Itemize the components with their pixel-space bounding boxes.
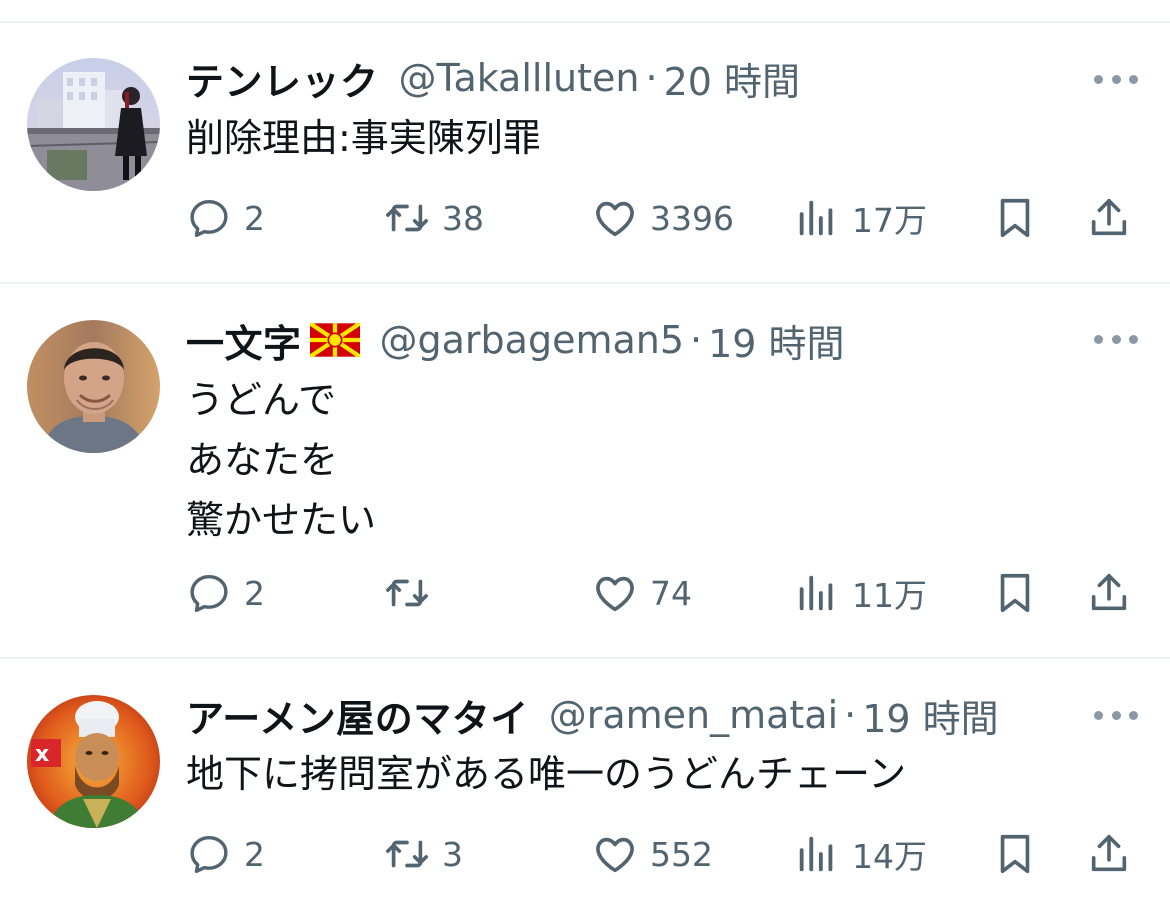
bookmark-button[interactable] — [992, 565, 1038, 621]
tweet-text-line: うどんで — [186, 378, 337, 422]
more-options-icon[interactable] — [1094, 73, 1138, 85]
heart-icon — [596, 201, 634, 237]
like-count: 552 — [650, 834, 713, 874]
heart-icon — [596, 837, 634, 873]
view-count: 11万 — [852, 576, 927, 615]
tweet-header: 一文字 @garbageman5 · 19 時間 — [186, 312, 845, 368]
reply-icon — [190, 835, 228, 873]
like-count: 3396 — [650, 198, 734, 238]
tweet-text: 地下に拷問室がある唯一のうどんチェーン — [186, 744, 906, 804]
reply-button[interactable]: 2 — [186, 190, 265, 246]
timestamp[interactable]: 19 時間 — [708, 313, 844, 368]
reply-count: 2 — [244, 573, 265, 613]
bookmark-button[interactable] — [992, 190, 1038, 246]
avatar[interactable] — [27, 320, 160, 453]
share-icon — [1091, 834, 1127, 872]
retweet-button[interactable] — [384, 565, 442, 621]
separator-dot: · — [645, 56, 658, 100]
views-chart-icon — [799, 836, 833, 872]
retweet-count: 38 — [442, 198, 484, 238]
user-handle[interactable]: @garbageman5 — [380, 318, 685, 362]
like-count: 74 — [650, 573, 692, 613]
display-name[interactable]: アーメン屋のマタイ — [186, 688, 529, 743]
share-button[interactable] — [1086, 826, 1132, 882]
tweet-text-line: 地下に拷問室がある唯一のうどんチェーン — [186, 752, 907, 796]
like-button[interactable]: 3396 — [592, 190, 734, 246]
share-icon — [1091, 198, 1127, 236]
display-name[interactable]: 一文字 — [186, 313, 302, 368]
tweet-header: アーメン屋のマタイ @ramen_matai · 19 時間 — [186, 687, 999, 743]
reply-button[interactable]: 2 — [186, 826, 265, 882]
view-count: 14万 — [852, 837, 927, 876]
bookmark-button[interactable] — [992, 826, 1038, 882]
views-button[interactable]: 14万 — [794, 826, 927, 882]
views-chart-icon — [799, 575, 833, 611]
reply-count: 2 — [244, 198, 265, 238]
views-chart-icon — [799, 200, 833, 236]
reply-icon — [190, 199, 228, 237]
action-bar: 2 38 3396 17万 — [186, 190, 1146, 246]
more-options-icon[interactable] — [1094, 333, 1138, 345]
retweet-icon — [386, 579, 428, 607]
reply-button[interactable]: 2 — [186, 565, 265, 621]
divider — [0, 282, 1170, 284]
bookmark-icon — [1000, 573, 1030, 613]
share-button[interactable] — [1086, 190, 1132, 246]
bookmark-icon — [1000, 198, 1030, 238]
like-button[interactable]: 552 — [592, 826, 713, 882]
top-divider — [0, 21, 1170, 23]
heart-icon — [596, 576, 634, 612]
reply-count: 2 — [244, 834, 265, 874]
timestamp[interactable]: 20 時間 — [664, 51, 800, 106]
tweet-text: 削除理由:事実陳列罪 — [186, 108, 541, 168]
retweet-icon — [386, 840, 428, 868]
svg-text:x: x — [35, 742, 49, 767]
action-bar: 2 74 11万 — [186, 565, 1146, 621]
retweet-count: 3 — [442, 834, 463, 874]
tweet-text-line: 驚かせたい — [186, 498, 377, 542]
tweet-text-line: あなたを — [186, 438, 339, 482]
tweet-text: うどんで あなたを 驚かせたい — [186, 370, 376, 550]
user-handle[interactable]: @Takallluten — [399, 56, 640, 100]
views-button[interactable]: 11万 — [794, 565, 927, 621]
views-button[interactable]: 17万 — [794, 190, 927, 246]
avatar[interactable]: x — [27, 695, 160, 828]
reply-icon — [190, 574, 228, 612]
separator-dot: · — [844, 693, 857, 737]
tweet-header: テンレック @Takallluten · 20 時間 — [186, 50, 800, 106]
separator-dot: · — [690, 318, 703, 362]
user-handle[interactable]: @ramen_matai — [549, 693, 838, 737]
timestamp[interactable]: 19 時間 — [862, 688, 998, 743]
view-count: 17万 — [852, 201, 927, 240]
more-options-icon[interactable] — [1094, 709, 1138, 721]
bookmark-icon — [1000, 834, 1030, 874]
divider — [0, 657, 1170, 659]
retweet-icon — [386, 204, 428, 232]
tweet-text-line: 削除理由:事実陳列罪 — [186, 116, 541, 160]
display-name[interactable]: テンレック — [186, 51, 379, 106]
retweet-button[interactable]: 3 — [384, 826, 463, 882]
share-icon — [1091, 573, 1127, 611]
share-button[interactable] — [1086, 565, 1132, 621]
action-bar: 2 3 552 14万 — [186, 826, 1146, 882]
retweet-button[interactable]: 38 — [384, 190, 484, 246]
avatar[interactable] — [27, 58, 160, 191]
like-button[interactable]: 74 — [592, 565, 692, 621]
north-macedonia-flag-icon — [309, 323, 360, 357]
